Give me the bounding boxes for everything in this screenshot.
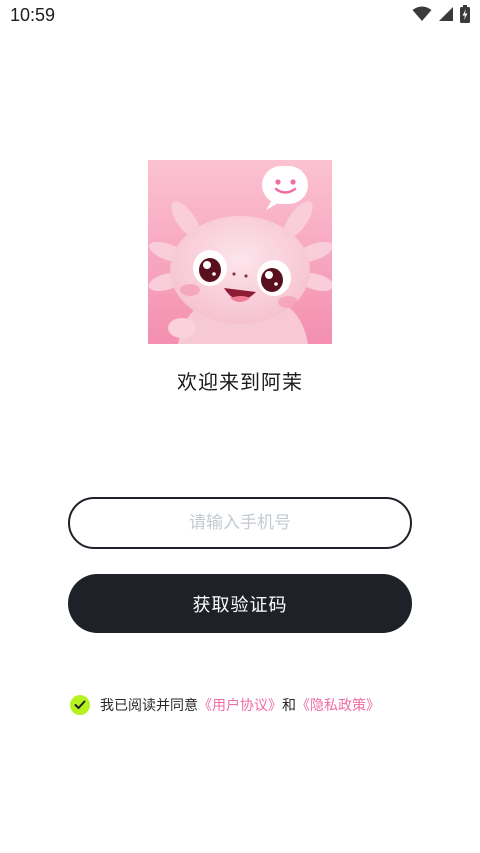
checkmark-icon (74, 700, 86, 709)
phone-number-input[interactable] (102, 512, 378, 534)
agreement-checkbox[interactable] (70, 695, 90, 715)
get-verification-code-button[interactable]: 获取验证码 (68, 574, 412, 633)
phone-input-container[interactable] (68, 497, 412, 549)
status-bar: 10:59 (0, 0, 480, 34)
cellular-signal-icon (438, 6, 454, 26)
login-screen: 10:59 欢迎来到阿茉 请输入手机号 获取验证码 我已阅读并同意 《用户协议》… (0, 0, 480, 853)
privacy-policy-link[interactable]: 《隐私政策》 (296, 695, 380, 715)
agreement-and: 和 (282, 698, 296, 714)
welcome-title: 欢迎来到阿茉 (177, 370, 303, 394)
agreement-prefix: 我已阅读并同意 (100, 698, 198, 714)
app-logo (148, 160, 334, 344)
status-icons (412, 5, 470, 27)
battery-charging-icon (460, 5, 470, 27)
wifi-icon (412, 6, 432, 26)
agreement-row: 我已阅读并同意 《用户协议》 和 《隐私政策》 (70, 694, 380, 716)
status-time: 10:59 (10, 5, 56, 25)
axolotl-mascot-icon (148, 160, 334, 344)
user-agreement-link[interactable]: 《用户协议》 (198, 695, 282, 715)
